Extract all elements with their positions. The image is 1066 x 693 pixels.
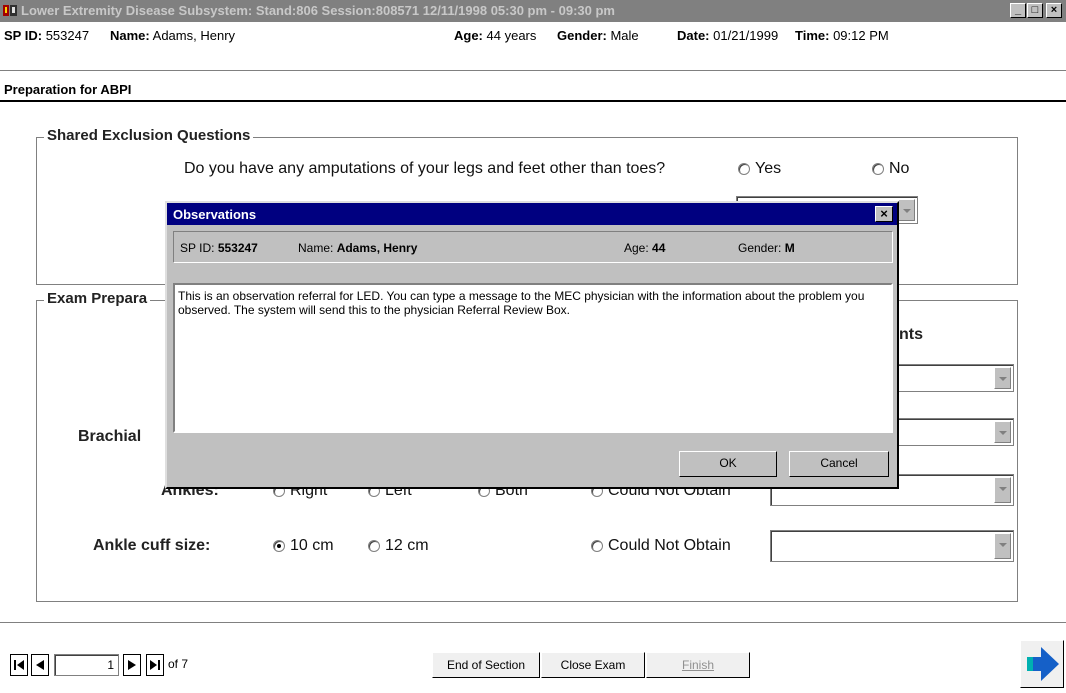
maximize-button[interactable]: □ [1027,3,1043,18]
next-page-button[interactable] [123,654,141,676]
cancel-button[interactable]: Cancel [789,451,889,477]
radio-icon [591,539,603,552]
divider [0,70,1066,71]
finish-button[interactable]: Finish [646,652,750,678]
brachial-label: Brachial [78,428,142,445]
participant-info-bar: SP ID: 553247 Name: Adams, Henry Age: 44… [0,22,1066,48]
dialog-name: Name: Adams, Henry [298,241,418,255]
dialog-close-button[interactable]: × [875,206,893,222]
dialog-age: Age: 44 [624,241,666,255]
amputation-yes-radio[interactable]: Yes [738,160,781,178]
prev-page-icon [36,660,44,670]
ok-button[interactable]: OK [679,451,777,477]
divider [0,100,1066,102]
divider [0,622,1066,623]
chevron-down-icon[interactable] [898,199,915,221]
amputation-question: Do you have any amputations of your legs… [184,160,666,177]
ankle-cuff-label: Ankle cuff size: [93,537,211,554]
radio-icon [738,162,750,175]
prev-page-button[interactable] [31,654,49,676]
date-info: Date: 01/21/1999 [677,28,779,43]
exam-prep-legend: Exam Prepara [44,290,151,307]
comments-header: nts [899,326,923,343]
window-title: Lower Extremity Disease Subsystem: Stand… [21,3,615,18]
close-window-button[interactable]: × [1046,3,1062,18]
close-exam-button[interactable]: Close Exam [541,652,645,678]
dialog-sp-id: SP ID: 553247 [180,241,258,255]
next-section-button[interactable] [1020,640,1064,688]
dialog-title-bar[interactable]: Observations × [167,203,897,225]
next-page-icon [128,660,136,670]
chevron-down-icon[interactable] [994,421,1011,443]
page-number-input[interactable]: 1 [54,654,119,676]
section-title: Preparation for ABPI [4,82,132,97]
bottom-nav-bar: 1 of 7 End of Section Close Exam Finish [0,636,1066,693]
radio-icon [872,162,884,175]
dialog-title: Observations [173,207,257,222]
page-count: of 7 [168,657,189,671]
cuff-not-obtain-radio[interactable]: Could Not Obtain [591,537,731,555]
last-page-icon [150,660,160,670]
sp-id-info: SP ID: 553247 [4,28,90,43]
dialog-participant-info: SP ID: 553247 Name: Adams, Henry Age: 44… [173,231,893,263]
arrow-right-icon [1027,647,1059,681]
ankle-cuff-comment-select[interactable] [770,530,1014,562]
amputation-no-radio[interactable]: No [872,160,909,178]
minimize-button[interactable]: _ [1010,3,1026,18]
observations-dialog: Observations × SP ID: 553247 Name: Adams… [165,201,899,489]
cuff-12cm-radio[interactable]: 12 cm [368,537,429,555]
radio-selected-icon [273,539,285,552]
cuff-10cm-radio[interactable]: 10 cm [273,537,334,555]
last-page-button[interactable] [146,654,164,676]
chevron-down-icon[interactable] [994,477,1011,503]
first-page-button[interactable] [10,654,28,676]
observation-message-textarea[interactable]: This is an observation referral for LED.… [173,283,893,433]
dialog-gender: Gender: M [738,241,795,255]
name-info: Name: Adams, Henry [110,28,236,43]
time-info: Time: 09:12 PM [795,28,889,43]
shared-exclusion-legend: Shared Exclusion Questions [44,127,254,144]
gender-info: Gender: Male [557,28,639,43]
chevron-down-icon[interactable] [994,367,1011,389]
first-page-icon [14,660,24,670]
radio-icon [368,539,380,552]
chevron-down-icon[interactable] [994,533,1011,559]
age-info: Age: 44 years [454,28,537,43]
end-of-section-button[interactable]: End of Section [432,652,540,678]
app-icon [3,5,17,16]
window-title-bar[interactable]: Lower Extremity Disease Subsystem: Stand… [0,0,1066,22]
